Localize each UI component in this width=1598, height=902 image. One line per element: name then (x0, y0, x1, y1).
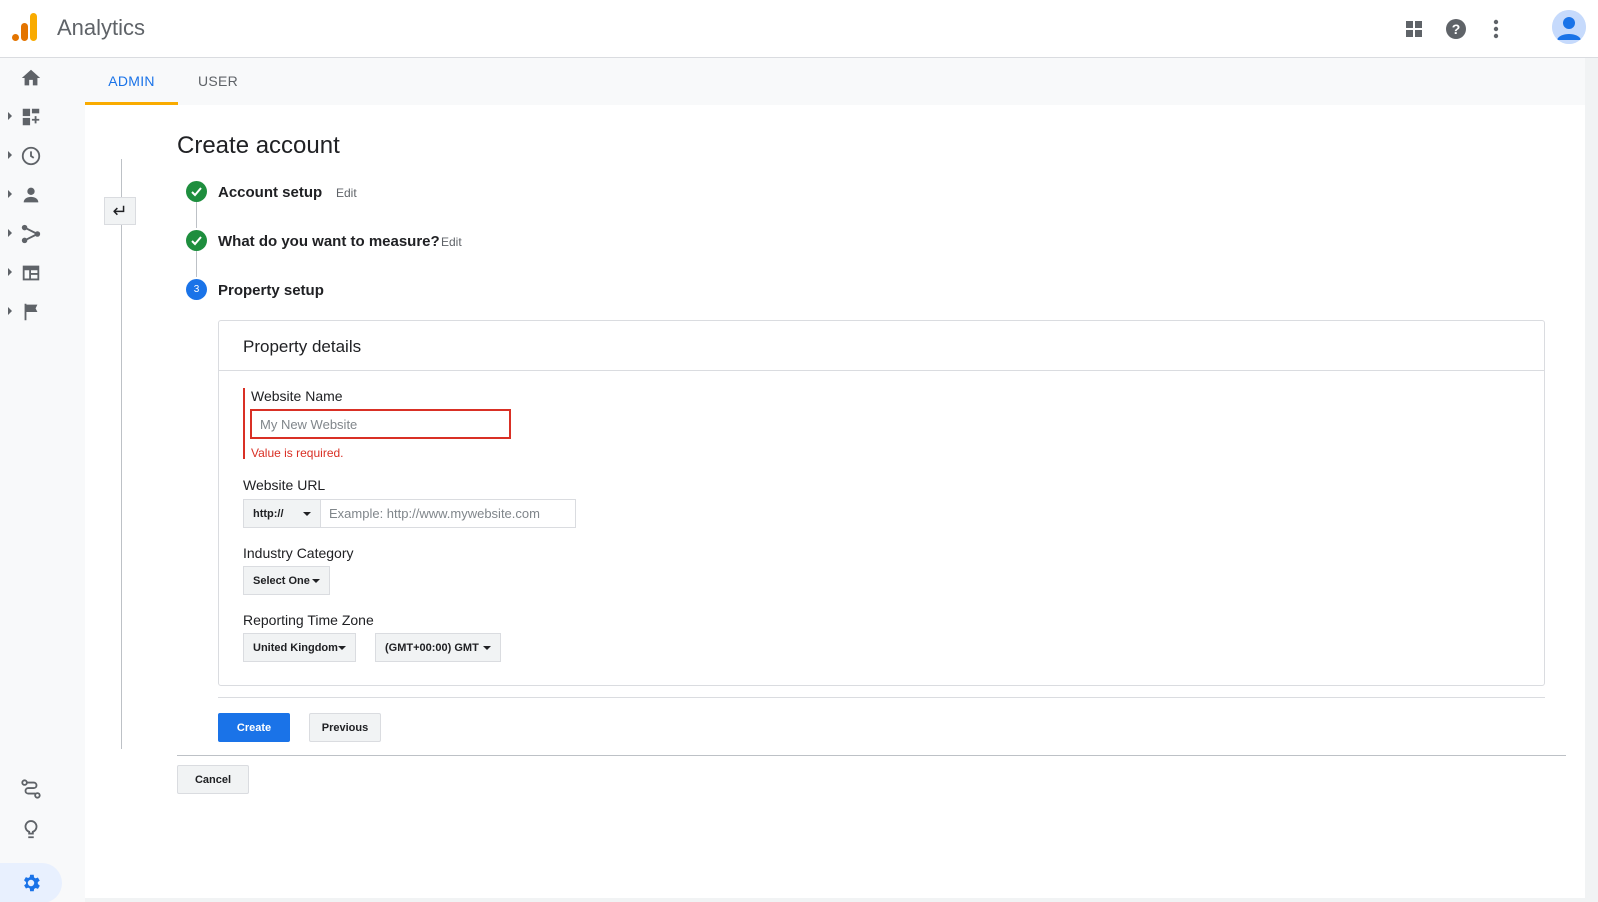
customization-icon (20, 106, 42, 128)
nav-attribution[interactable] (0, 770, 85, 806)
back-arrow-icon: ↵ (112, 200, 128, 221)
dropdown-arrow-icon (338, 646, 346, 650)
property-details-title: Property details (243, 337, 362, 356)
time-zone-dropdown[interactable]: (GMT+00:00) GMT (375, 633, 501, 662)
industry-category-value: Select One (253, 574, 310, 587)
reporting-time-zone-label: Reporting Time Zone (243, 612, 374, 628)
nav-realtime[interactable] (0, 137, 85, 173)
nav-admin[interactable] (0, 863, 62, 902)
column-rail (121, 159, 122, 749)
edit-what-to-measure-link[interactable]: Edit (441, 235, 462, 249)
actions-divider (218, 697, 1545, 698)
top-app-bar: Analytics ? (0, 0, 1598, 58)
nav-acquisition[interactable] (0, 215, 85, 251)
nav-audience[interactable] (0, 176, 85, 212)
nav-home[interactable] (0, 59, 85, 95)
time-zone-country-dropdown[interactable]: United Kingdom (243, 633, 356, 662)
attribution-icon (20, 778, 42, 800)
time-zone-country-value: United Kingdom (253, 641, 338, 654)
analytics-logo-icon[interactable] (10, 12, 40, 42)
website-name-label: Website Name (251, 388, 343, 404)
form-divider (177, 755, 1566, 756)
audience-icon (20, 184, 42, 206)
behavior-icon (20, 262, 42, 284)
expand-caret-icon (8, 190, 12, 198)
expand-caret-icon (8, 307, 12, 315)
stepper-connector (196, 201, 197, 228)
nav-behavior[interactable] (0, 254, 85, 290)
discover-icon (20, 818, 42, 840)
nav-discover[interactable] (0, 810, 85, 846)
edit-account-setup-link[interactable]: Edit (336, 186, 357, 200)
svg-text:?: ? (1452, 21, 1461, 37)
step-account-setup: Account setup (218, 184, 323, 201)
account-avatar-icon[interactable] (1552, 10, 1586, 44)
apps-grid-icon[interactable] (1399, 14, 1429, 44)
conversions-icon (20, 301, 42, 323)
tab-user[interactable]: USER (178, 58, 258, 105)
acquisition-icon (20, 223, 42, 245)
website-url-input[interactable] (320, 499, 576, 528)
dropdown-arrow-icon (303, 512, 311, 516)
industry-category-label: Industry Category (243, 545, 354, 561)
property-details-header: Property details (219, 321, 1544, 371)
protocol-dropdown-value: http:// (253, 507, 284, 520)
app-title[interactable]: Analytics (57, 15, 145, 41)
nav-conversions[interactable] (0, 293, 85, 329)
home-icon (20, 67, 42, 89)
step-number-badge: 3 (186, 279, 207, 300)
stepper-connector (196, 250, 197, 277)
admin-user-tabs: ADMIN USER (85, 58, 1585, 105)
step-what-to-measure: What do you want to measure? (218, 233, 440, 250)
realtime-icon (20, 145, 42, 167)
nav-customization[interactable] (0, 98, 85, 134)
step-complete-check-icon (186, 230, 207, 251)
validation-error-bar (243, 388, 245, 459)
more-vert-icon[interactable] (1481, 14, 1511, 44)
expand-caret-icon (8, 268, 12, 276)
website-name-error: Value is required. (251, 446, 344, 460)
cancel-button[interactable]: Cancel (177, 765, 249, 794)
help-icon[interactable]: ? (1441, 14, 1471, 44)
create-button[interactable]: Create (218, 713, 290, 742)
expand-caret-icon (8, 112, 12, 120)
dropdown-arrow-icon (483, 646, 491, 650)
dropdown-arrow-icon (312, 579, 320, 583)
previous-button[interactable]: Previous (309, 713, 381, 742)
website-name-input[interactable] (250, 409, 511, 439)
admin-gear-icon (20, 872, 42, 899)
time-zone-value: (GMT+00:00) GMT (385, 641, 479, 654)
website-url-label: Website URL (243, 477, 326, 493)
left-navigation (0, 58, 85, 902)
protocol-dropdown[interactable]: http:// (243, 499, 321, 528)
property-details-card: Property details Website Name Value is r… (218, 320, 1545, 686)
tab-admin[interactable]: ADMIN (85, 58, 178, 105)
step-complete-check-icon (186, 181, 207, 202)
back-button[interactable]: ↵ (104, 197, 136, 225)
industry-category-dropdown[interactable]: Select One (243, 566, 330, 595)
expand-caret-icon (8, 151, 12, 159)
step-property-setup: Property setup (218, 282, 324, 299)
expand-caret-icon (8, 229, 12, 237)
page-title: Create account (177, 132, 340, 159)
